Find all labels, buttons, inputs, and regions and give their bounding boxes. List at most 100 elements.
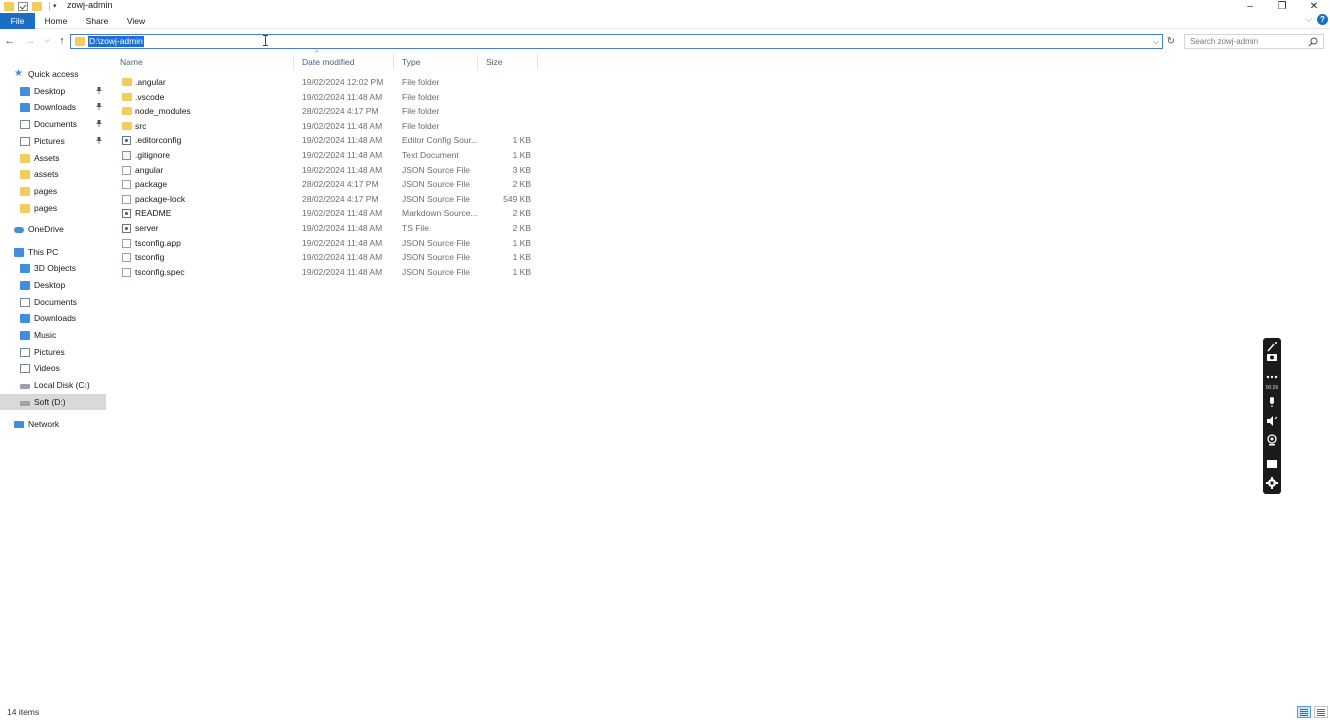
file-date-modified: 19/02/2024 11:48 AM: [302, 237, 383, 248]
tab-view[interactable]: View: [124, 14, 148, 29]
sidebar-item-local-disk-c[interactable]: Local Disk (C:): [0, 377, 106, 393]
minimize-button[interactable]: –: [1234, 0, 1266, 12]
sidebar-item-desktop[interactable]: Desktop: [0, 277, 106, 293]
sidebar-item-network[interactable]: Network: [0, 416, 106, 432]
column-header-type[interactable]: Type: [394, 54, 478, 70]
sidebar-item-this-pc[interactable]: This PC: [0, 244, 106, 260]
file-type: JSON Source File: [402, 193, 471, 204]
sidebar-item-label: Documents: [34, 296, 77, 307]
folder-icon: [122, 107, 132, 116]
sidebar-item-downloads[interactable]: Downloads: [0, 310, 106, 326]
address-text[interactable]: D:\zowj-admin: [88, 36, 144, 47]
file-name: tsconfig.spec: [135, 266, 185, 277]
pictures-icon: [20, 136, 30, 146]
pin-icon[interactable]: [96, 120, 102, 128]
table-row[interactable]: .editorconfig 19/02/2024 11:48 AM Editor C…: [112, 133, 538, 148]
sidebar-item-videos[interactable]: Videos: [0, 360, 106, 376]
table-row[interactable]: tsconfig 19/02/2024 11:48 AM JSON Source F…: [112, 250, 538, 265]
pin-icon[interactable]: [96, 103, 102, 111]
table-row[interactable]: angular 19/02/2024 11:48 AM JSON Source Fi…: [112, 163, 538, 178]
more-options-icon[interactable]: [1265, 370, 1279, 384]
folder-icon: [122, 92, 132, 101]
file-date-modified: 19/02/2024 11:48 AM: [302, 120, 383, 131]
back-button[interactable]: ←: [4, 33, 16, 49]
large-icons-view-button[interactable]: [1314, 706, 1328, 718]
table-row[interactable]: package-lock 28/02/2024 4:17 PM JSON Sourc…: [112, 192, 538, 207]
customize-toolbar-chevron-icon[interactable]: ▾: [53, 2, 57, 10]
sidebar-item-documents[interactable]: Documents: [0, 294, 106, 310]
tab-home[interactable]: Home: [42, 14, 70, 29]
sidebar-item-pictures[interactable]: Pictures: [0, 133, 106, 149]
sidebar-item-downloads[interactable]: Downloads: [0, 99, 106, 115]
search-input[interactable]: [1185, 35, 1305, 48]
sidebar-item-music[interactable]: Music: [0, 327, 106, 343]
sidebar-item-label: Local Disk (C:): [34, 380, 90, 391]
column-header-size[interactable]: Size: [478, 54, 538, 70]
table-row[interactable]: package 28/02/2024 4:17 PM JSON Source Fil…: [112, 177, 538, 192]
search-box[interactable]: [1184, 34, 1324, 49]
sidebar-item-label: Music: [34, 330, 57, 340]
star-icon: ★: [14, 68, 23, 79]
pictures-icon: [20, 347, 30, 357]
folder-icon[interactable]: [4, 1, 14, 11]
webcam-icon[interactable]: [1265, 433, 1279, 447]
details-view-button[interactable]: [1297, 706, 1311, 718]
new-folder-icon[interactable]: [32, 1, 42, 11]
table-row[interactable]: server 19/02/2024 11:48 AM TS File 2 KB: [112, 221, 538, 236]
pin-icon[interactable]: [96, 136, 102, 144]
folder-icon: [20, 153, 30, 163]
table-row[interactable]: .angular 19/02/2024 12:02 PM File folder: [112, 75, 538, 90]
column-header-name[interactable]: Name: [112, 54, 294, 70]
sidebar-item-documents[interactable]: Documents: [0, 116, 106, 132]
file-type: File folder: [402, 91, 440, 102]
speaker-icon[interactable]: [1265, 414, 1279, 428]
sidebar-item-onedrive[interactable]: OneDrive: [0, 221, 106, 237]
refresh-button[interactable]: ↻: [1164, 34, 1178, 49]
sidebar-item-assets[interactable]: assets: [0, 166, 106, 182]
sidebar-item-desktop[interactable]: Desktop: [0, 83, 106, 99]
window-controls: – ❐ ✕: [1234, 0, 1330, 12]
column-header-date-modified[interactable]: Date modified: [294, 54, 394, 70]
close-button[interactable]: ✕: [1298, 0, 1330, 12]
address-bar[interactable]: D:\zowj-admin ⌵: [70, 34, 1163, 49]
sidebar-item-pages[interactable]: pages: [0, 200, 106, 216]
screen-capture-icon[interactable]: [1265, 457, 1279, 471]
sidebar-item-assets[interactable]: Assets: [0, 150, 106, 166]
table-row[interactable]: node_modules 28/02/2024 4:17 PM File folde…: [112, 104, 538, 119]
sidebar-item-pictures[interactable]: Pictures: [0, 344, 106, 360]
tab-file[interactable]: File: [0, 13, 35, 29]
up-button[interactable]: ↑: [56, 33, 68, 49]
table-row[interactable]: .vscode 19/02/2024 11:48 AM File folder: [112, 90, 538, 105]
table-row[interactable]: README 19/02/2024 11:48 AM Markdown Source…: [112, 206, 538, 221]
file-type: JSON Source File: [402, 179, 471, 190]
table-row[interactable]: tsconfig.spec 19/02/2024 11:48 AM JSON Sou…: [112, 265, 538, 280]
recording-timer: 00:26: [1265, 385, 1279, 391]
gear-icon[interactable]: [1265, 476, 1279, 490]
pin-icon[interactable]: [96, 86, 102, 94]
sidebar-item-label: Pictures: [34, 135, 65, 146]
search-icon[interactable]: [1308, 37, 1318, 47]
recent-locations-chevron-icon[interactable]: ⌵: [41, 33, 53, 49]
desktop-icon: [20, 280, 30, 290]
file-list: .angular 19/02/2024 12:02 PM File folder .v…: [112, 75, 538, 279]
forward-button[interactable]: →: [24, 33, 36, 49]
sidebar-item-soft-d[interactable]: Soft (D:): [0, 393, 106, 410]
camera-icon[interactable]: [1265, 350, 1279, 364]
sidebar-item-pages[interactable]: pages: [0, 183, 106, 199]
sidebar-item-3d-objects[interactable]: 3D Objects: [0, 260, 106, 276]
properties-icon[interactable]: [18, 1, 28, 11]
file-size: 1 KB: [512, 252, 531, 263]
table-row[interactable]: .gitignore 19/02/2024 11:48 AM Text Docume…: [112, 148, 538, 163]
microphone-icon[interactable]: [1265, 395, 1279, 409]
help-icon[interactable]: ?: [1317, 14, 1328, 25]
expand-ribbon-chevron-icon[interactable]: ⌵: [1305, 14, 1312, 25]
file-icon: [122, 253, 131, 263]
restore-button[interactable]: ❐: [1266, 0, 1298, 12]
tab-share[interactable]: Share: [82, 14, 112, 29]
address-history-chevron-icon[interactable]: ⌵: [1153, 35, 1159, 48]
sidebar-item-quick-access[interactable]: ★ Quick access: [0, 66, 106, 82]
table-row[interactable]: src 19/02/2024 11:48 AM File folder: [112, 119, 538, 134]
file-type: JSON Source File: [402, 252, 471, 263]
table-row[interactable]: tsconfig.app 19/02/2024 11:48 AM JSON Sour…: [112, 236, 538, 251]
cube-icon: [20, 264, 30, 274]
